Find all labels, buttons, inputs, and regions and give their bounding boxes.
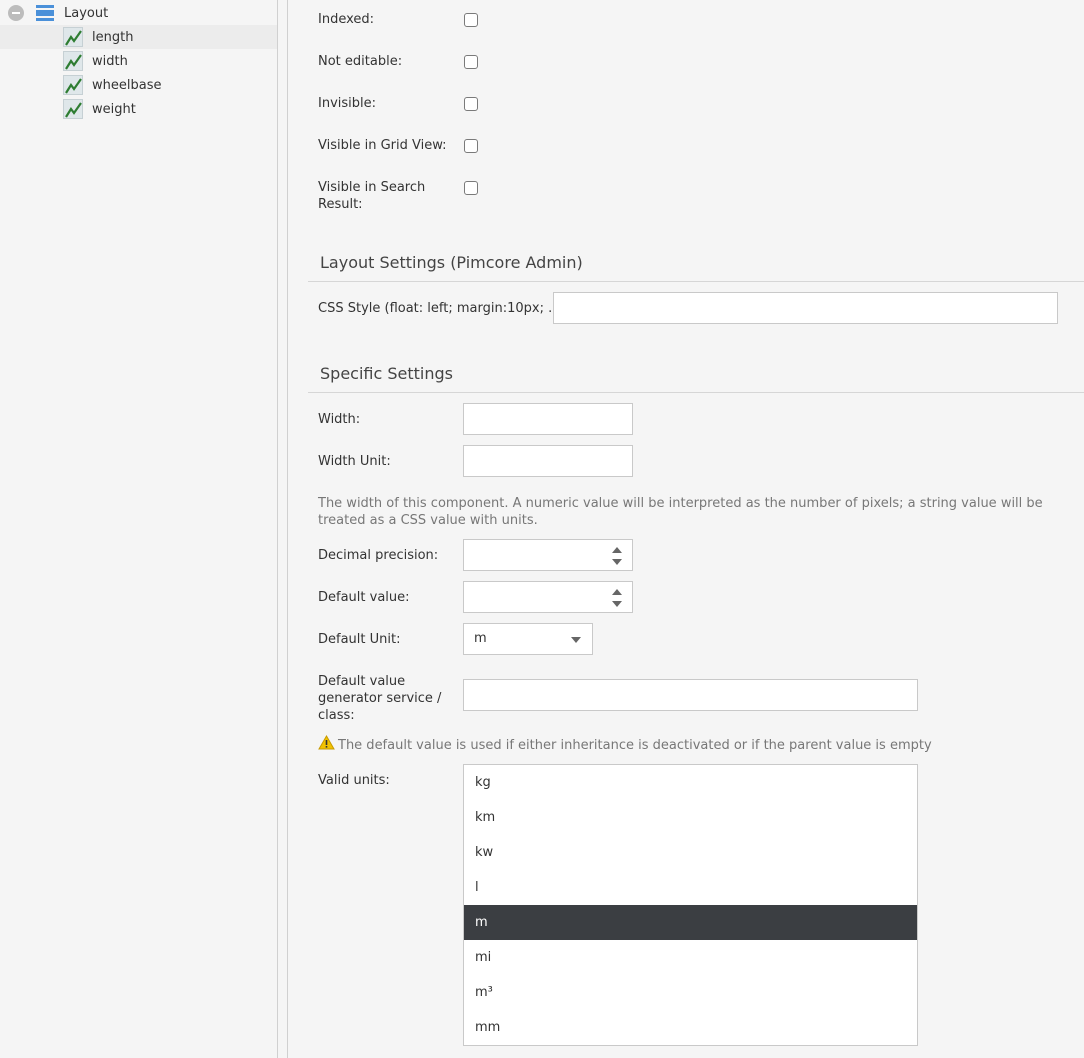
unit-option-kw[interactable]: kw	[464, 835, 917, 870]
tree-node-layout[interactable]: Layout	[0, 1, 277, 25]
section-title: Specific Settings	[320, 364, 453, 383]
quantity-value-icon	[63, 27, 83, 47]
layout-icon	[36, 5, 54, 21]
chevron-down-icon[interactable]	[571, 637, 581, 643]
field-settings-form: Indexed: Not editable: Invisible: Visibl…	[288, 0, 1084, 1058]
indexed-label: Indexed:	[318, 12, 375, 27]
unit-option-l[interactable]: l	[464, 870, 917, 905]
decimal-precision-label: Decimal precision:	[318, 548, 439, 563]
css-style-input[interactable]	[553, 292, 1058, 324]
generator-label: Default value generator service / class:	[318, 673, 448, 724]
width-hint: The width of this component. A numeric v…	[318, 496, 1043, 528]
visible-grid-checkbox[interactable]	[464, 139, 478, 153]
invisible-checkbox[interactable]	[464, 97, 478, 111]
width-input[interactable]	[463, 403, 633, 435]
default-value-label: Default value:	[318, 590, 410, 605]
tree-node-label: width	[92, 53, 128, 69]
tree-node-width[interactable]: width	[0, 49, 277, 73]
specific-settings-header: Specific Settings	[308, 352, 1084, 393]
class-tree-panel: Layout length width wheelbase weight	[0, 0, 278, 1058]
default-unit-combo[interactable]: m	[463, 623, 593, 655]
unit-option-m[interactable]: m	[464, 905, 917, 940]
visible-search-label: Visible in Search Result:	[318, 179, 425, 213]
section-title: Layout Settings (Pimcore Admin)	[320, 253, 583, 272]
layout-settings-header: Layout Settings (Pimcore Admin)	[308, 241, 1084, 282]
tree-node-label: weight	[92, 101, 136, 117]
tree-node-length[interactable]: length	[0, 25, 277, 49]
tree-node-label: Layout	[64, 5, 109, 21]
visible-search-label-line2: Result:	[318, 197, 363, 212]
visible-search-checkbox[interactable]	[464, 181, 478, 195]
valid-units-label: Valid units:	[318, 773, 390, 788]
generator-label-line3: class:	[318, 708, 355, 723]
visible-grid-label: Visible in Grid View:	[318, 138, 447, 153]
default-value-warning: The default value is used if either inhe…	[338, 738, 932, 753]
not-editable-checkbox[interactable]	[464, 55, 478, 69]
tree-node-wheelbase[interactable]: wheelbase	[0, 73, 277, 97]
unit-option-mm[interactable]: mm	[464, 1010, 917, 1045]
collapse-icon[interactable]	[8, 5, 24, 21]
unit-option-mi[interactable]: mi	[464, 940, 917, 975]
quantity-value-icon	[63, 75, 83, 95]
tree-node-weight[interactable]: weight	[0, 97, 277, 121]
default-unit-label: Default Unit:	[318, 632, 401, 647]
visible-search-label-line1: Visible in Search	[318, 180, 426, 195]
spinner-arrows-icon[interactable]	[612, 589, 622, 607]
quantity-value-icon	[63, 99, 83, 119]
tree-node-label: length	[92, 29, 134, 45]
unit-option-m3[interactable]: m³	[464, 975, 917, 1010]
panel-splitter[interactable]	[278, 0, 288, 1058]
quantity-value-icon	[63, 51, 83, 71]
indexed-checkbox[interactable]	[464, 13, 478, 27]
generator-input[interactable]	[463, 679, 918, 711]
width-unit-label: Width Unit:	[318, 454, 391, 469]
width-unit-input[interactable]	[463, 445, 633, 477]
css-style-label: CSS Style (float: left; margin:10px; ...…	[318, 301, 570, 316]
spinner-arrows-icon[interactable]	[612, 547, 622, 565]
generator-label-line1: Default value	[318, 674, 406, 689]
tree-node-label: wheelbase	[92, 77, 162, 93]
unit-option-km[interactable]: km	[464, 800, 917, 835]
generator-label-line2: generator service /	[318, 691, 442, 706]
invisible-label: Invisible:	[318, 96, 377, 111]
decimal-precision-spinner[interactable]	[463, 539, 633, 571]
unit-option-kg[interactable]: kg	[464, 765, 917, 800]
default-value-spinner[interactable]	[463, 581, 633, 613]
not-editable-label: Not editable:	[318, 54, 403, 69]
valid-units-multiselect[interactable]: kg km kw l m mi m³ mm	[463, 764, 918, 1046]
width-label: Width:	[318, 412, 361, 427]
warning-icon	[318, 734, 335, 754]
default-unit-value: m	[474, 631, 487, 646]
